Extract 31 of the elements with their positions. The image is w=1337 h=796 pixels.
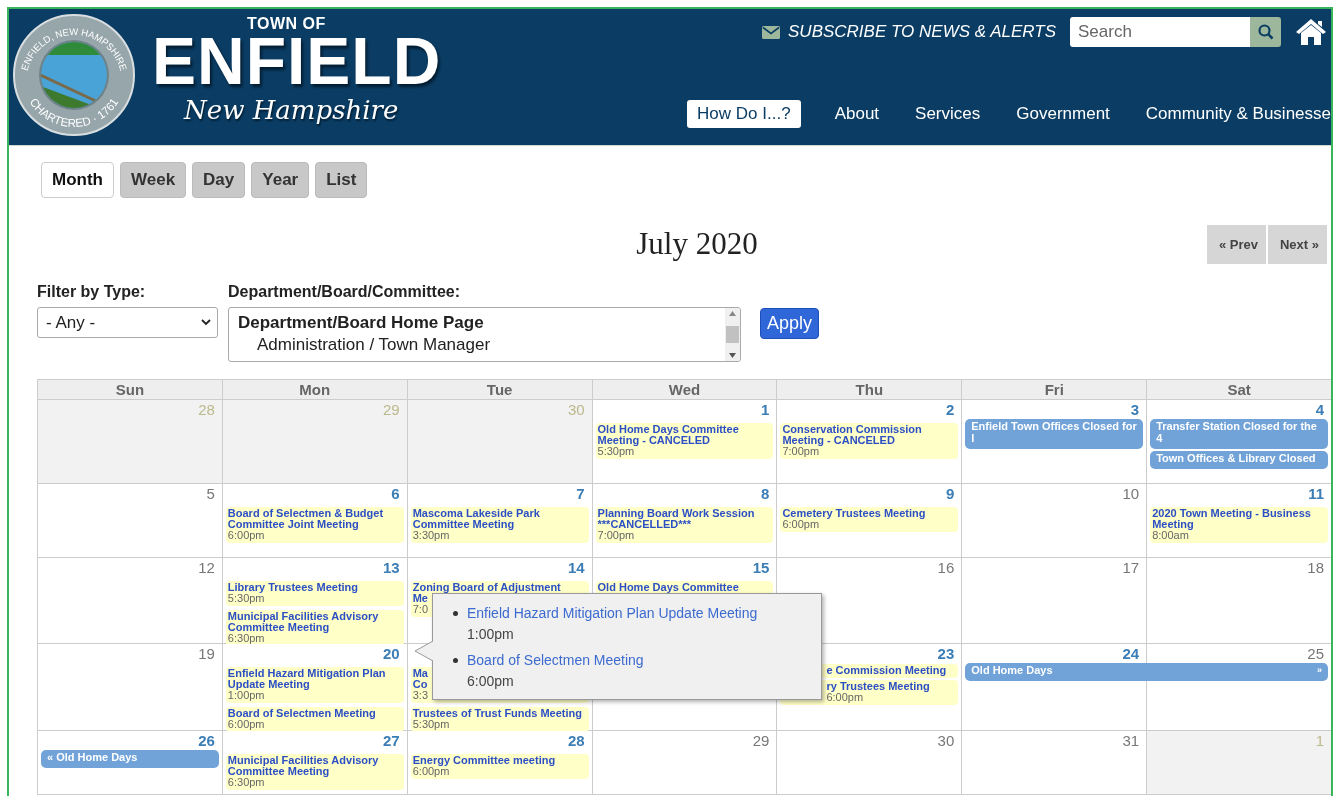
calendar-title: July 2020 bbox=[635, 226, 759, 262]
weekday-header: Fri bbox=[962, 380, 1148, 400]
day-number: 16 bbox=[937, 559, 955, 576]
day-number: 19 bbox=[198, 645, 215, 662]
weekday-header: Thu bbox=[777, 380, 963, 400]
day-number: 18 bbox=[1307, 559, 1324, 576]
day-number: 25 bbox=[1307, 645, 1324, 662]
weekday-header: Sat bbox=[1147, 380, 1331, 400]
day-number: 29 bbox=[383, 401, 400, 418]
day-number: 1 bbox=[1315, 732, 1324, 749]
weekday-header: Wed bbox=[592, 380, 778, 400]
day-number: 30 bbox=[567, 401, 585, 418]
day-number: 5 bbox=[206, 485, 215, 502]
logo-tagline: New Hampshire bbox=[184, 95, 399, 125]
listbox-group-label: Department/Board Home Page bbox=[238, 312, 485, 334]
filter-label: Filter by Type: bbox=[37, 283, 147, 301]
filter-label: Department/Board/Committee: bbox=[228, 283, 462, 301]
event-time: 6:00pm bbox=[467, 673, 515, 689]
logo-title: ENFIELD bbox=[152, 33, 442, 89]
weekday-header: Mon bbox=[222, 380, 408, 400]
weekday-header: Sun bbox=[38, 380, 223, 400]
day-number: 31 bbox=[1122, 732, 1140, 749]
day-number: 28 bbox=[198, 401, 215, 418]
day-number: 17 bbox=[1122, 559, 1140, 576]
day-number: 12 bbox=[198, 559, 215, 576]
event-time: 1:00pm bbox=[467, 626, 515, 642]
day-number: 10 bbox=[1122, 485, 1140, 502]
logo-subtitle: TOWN OF bbox=[247, 15, 326, 33]
weekday-header: Tue bbox=[407, 380, 593, 400]
day-number: 29 bbox=[752, 732, 770, 749]
day-number: 30 bbox=[937, 732, 955, 749]
